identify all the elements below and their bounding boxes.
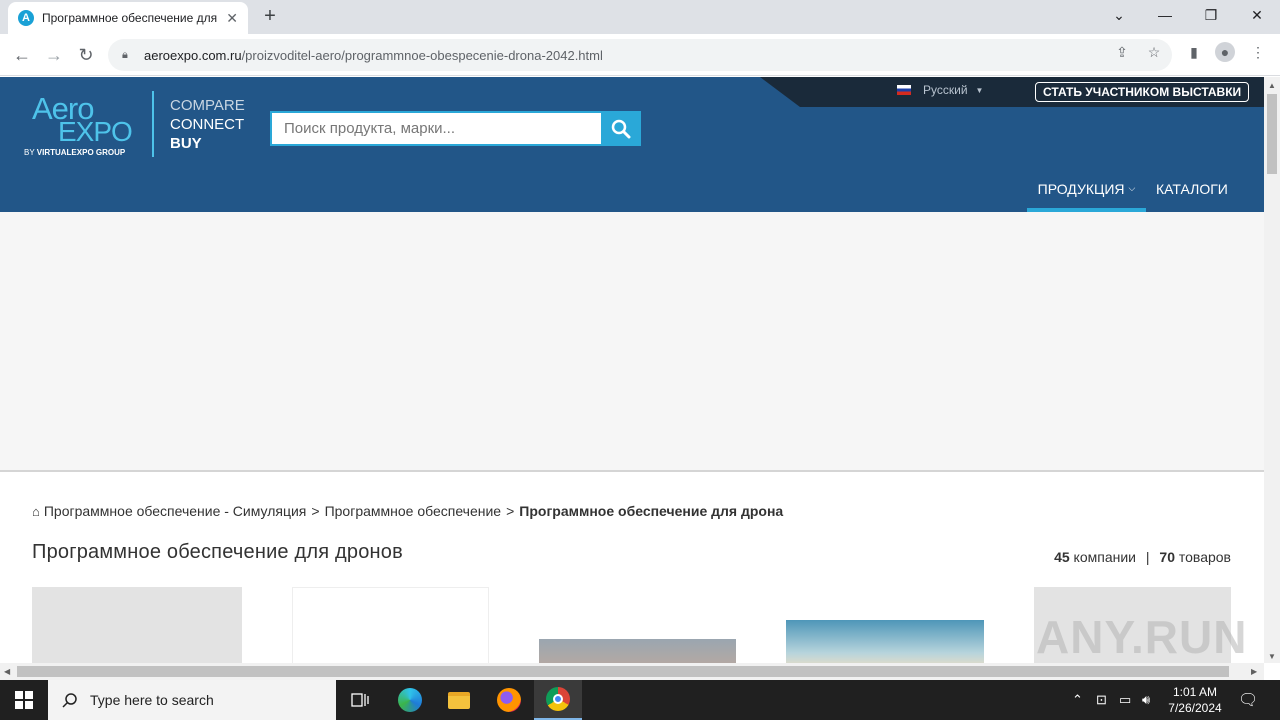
tab-search-icon[interactable]: ⌄ — [1096, 0, 1142, 30]
firefox-icon[interactable] — [485, 680, 533, 720]
companies-label: компании — [1073, 549, 1136, 565]
chevron-down-icon: ▼ — [975, 85, 984, 95]
vertical-scrollbar[interactable]: ▲ ▼ — [1264, 77, 1280, 663]
lock-icon: 🔒︎ — [122, 49, 128, 61]
product-card[interactable] — [786, 587, 984, 663]
network-icon[interactable]: ▭ — [1119, 680, 1131, 720]
url-path: /proizvoditel-aero/programmnoe-obespecen… — [241, 47, 603, 63]
taskbar-clock[interactable]: 1:01 AM 7/26/2024 — [1160, 684, 1230, 716]
windows-logo-icon — [15, 691, 33, 709]
notifications-icon[interactable]: 🗨︎ — [1238, 680, 1258, 720]
search-button[interactable] — [601, 111, 641, 146]
tagline-connect: CONNECT — [170, 116, 245, 133]
nav-catalogs[interactable]: КАТАЛОГИ — [1156, 165, 1228, 212]
taskbar-search-box[interactable]: Type here to search — [48, 680, 336, 720]
scroll-right-icon[interactable]: ▶ — [1251, 667, 1257, 676]
product-card[interactable] — [539, 587, 736, 663]
share-icon[interactable]: ⇪ — [1112, 42, 1132, 62]
scrollbar-thumb[interactable] — [17, 666, 1229, 677]
ad-banner-area — [0, 212, 1264, 472]
logo-group-text: BY VIRTUALEXPO GROUP — [24, 148, 126, 157]
scroll-down-icon[interactable]: ▼ — [1268, 652, 1276, 661]
minimize-button[interactable]: — — [1142, 0, 1188, 30]
product-image — [539, 639, 736, 663]
nav-products[interactable]: ПРОДУКЦИЯ ⌵ — [1027, 165, 1146, 212]
search-icon — [611, 119, 631, 138]
breadcrumb-current: Программное обеспечение для дрона — [519, 503, 784, 519]
volume-icon[interactable]: 🔊︎ — [1142, 680, 1150, 720]
start-button[interactable] — [0, 680, 48, 720]
page-title: Программное обеспечение для дронов — [32, 541, 403, 563]
search-icon — [62, 693, 77, 708]
site-search — [270, 111, 641, 146]
scroll-up-icon[interactable]: ▲ — [1268, 81, 1276, 90]
nav-catalogs-label: КАТАЛОГИ — [1156, 180, 1228, 197]
breadcrumb: ⌂ Программное обеспечение - Симуляция > … — [32, 503, 783, 519]
nav-products-label: ПРОДУКЦИЯ — [1037, 180, 1125, 197]
search-input[interactable] — [270, 111, 601, 146]
breadcrumb-item[interactable]: Программное обеспечение - Симуляция — [44, 503, 307, 519]
restore-button[interactable]: ❐ — [1188, 0, 1234, 30]
tab-title: Программное обеспечение для дрона — [42, 11, 217, 25]
top-strip-slant — [760, 77, 800, 107]
scroll-left-icon[interactable]: ◀ — [4, 667, 10, 676]
clock-date: 7/26/2024 — [1168, 701, 1222, 715]
close-window-button[interactable]: ✕ — [1234, 0, 1280, 30]
meet-now-icon[interactable]: ⊡ — [1096, 680, 1107, 720]
tagline-buy: BUY — [170, 135, 202, 152]
horizontal-scrollbar[interactable]: ◀ ▶ — [0, 663, 1264, 680]
taskbar-search-placeholder: Type here to search — [90, 692, 214, 708]
clock-time: 1:01 AM — [1172, 685, 1218, 699]
chrome-icon[interactable] — [534, 680, 582, 720]
scrollbar-thumb[interactable] — [1267, 94, 1277, 174]
product-card[interactable] — [292, 587, 489, 663]
breadcrumb-separator: > — [506, 503, 515, 519]
language-selector[interactable]: Русский ▼ — [897, 83, 983, 97]
side-panel-icon[interactable]: ▮ — [1184, 42, 1204, 62]
become-exhibitor-button[interactable]: СТАТЬ УЧАСТНИКОМ ВЫСТАВКИ — [1035, 82, 1250, 102]
forward-button[interactable]: → — [41, 42, 67, 68]
url-domain: aeroexpo.com.ru — [144, 47, 242, 63]
products-count: 70 — [1159, 549, 1175, 565]
reload-button[interactable]: ↻ — [73, 42, 99, 68]
file-explorer-icon[interactable] — [435, 680, 483, 720]
language-label: Русский — [923, 83, 968, 97]
back-button[interactable]: ← — [9, 42, 35, 68]
counts-divider: | — [1145, 549, 1150, 565]
aeroexpo-favicon-icon: A — [18, 10, 34, 26]
browser-tab[interactable]: A Программное обеспечение для дрона ✕ — [8, 2, 248, 34]
products-label: товаров — [1178, 549, 1231, 565]
drone-product-image — [786, 620, 984, 663]
browser-menu-icon[interactable]: ⋮ — [1248, 42, 1268, 62]
tagline-compare: COMPARE — [170, 97, 245, 114]
edge-browser-icon[interactable] — [386, 680, 434, 720]
aeroexpo-logo[interactable]: Aero EXPO BY VIRTUALEXPO GROUP — [24, 91, 149, 161]
result-counts: 45 компании | 70 товаров — [1054, 549, 1231, 565]
browser-tab-strip: A Программное обеспечение для дрона ✕ + … — [0, 0, 1280, 34]
logo-divider — [152, 91, 154, 157]
breadcrumb-separator: > — [311, 503, 320, 519]
profile-avatar-icon[interactable]: ● — [1215, 42, 1235, 62]
bookmark-star-icon[interactable]: ☆ — [1144, 42, 1164, 62]
site-header: Русский ▼ СТАТЬ УЧАСТНИКОМ ВЫСТАВКИ Aero… — [0, 77, 1264, 212]
anyrun-watermark: ANY.RUN — [1036, 611, 1248, 663]
product-card[interactable] — [32, 587, 242, 663]
breadcrumb-item[interactable]: Программное обеспечение — [325, 503, 502, 519]
browser-toolbar: ← → ↻ 🔒︎ aeroexpo.com.ru/proizvoditel-ae… — [0, 34, 1280, 76]
address-bar[interactable]: 🔒︎ aeroexpo.com.ru/proizvoditel-aero/pro… — [108, 39, 1172, 71]
windows-taskbar: Type here to search ⌃ ⊡ ▭ 🔊︎ 1:01 AM 7/2… — [0, 680, 1280, 720]
close-tab-icon[interactable]: ✕ — [226, 10, 238, 27]
page-viewport: Русский ▼ СТАТЬ УЧАСТНИКОМ ВЫСТАВКИ Aero… — [0, 77, 1264, 663]
tagline: COMPARE CONNECT BUY — [170, 96, 245, 153]
chevron-down-icon: ⌵ — [1128, 183, 1136, 193]
logo-expo-text: EXPO — [58, 116, 133, 147]
show-hidden-icons-icon[interactable]: ⌃ — [1072, 680, 1083, 720]
task-view-icon[interactable] — [336, 680, 384, 720]
russian-flag-icon — [897, 85, 911, 95]
new-tab-button[interactable]: + — [258, 4, 282, 28]
home-icon[interactable]: ⌂ — [32, 504, 40, 519]
companies-count: 45 — [1054, 549, 1070, 565]
